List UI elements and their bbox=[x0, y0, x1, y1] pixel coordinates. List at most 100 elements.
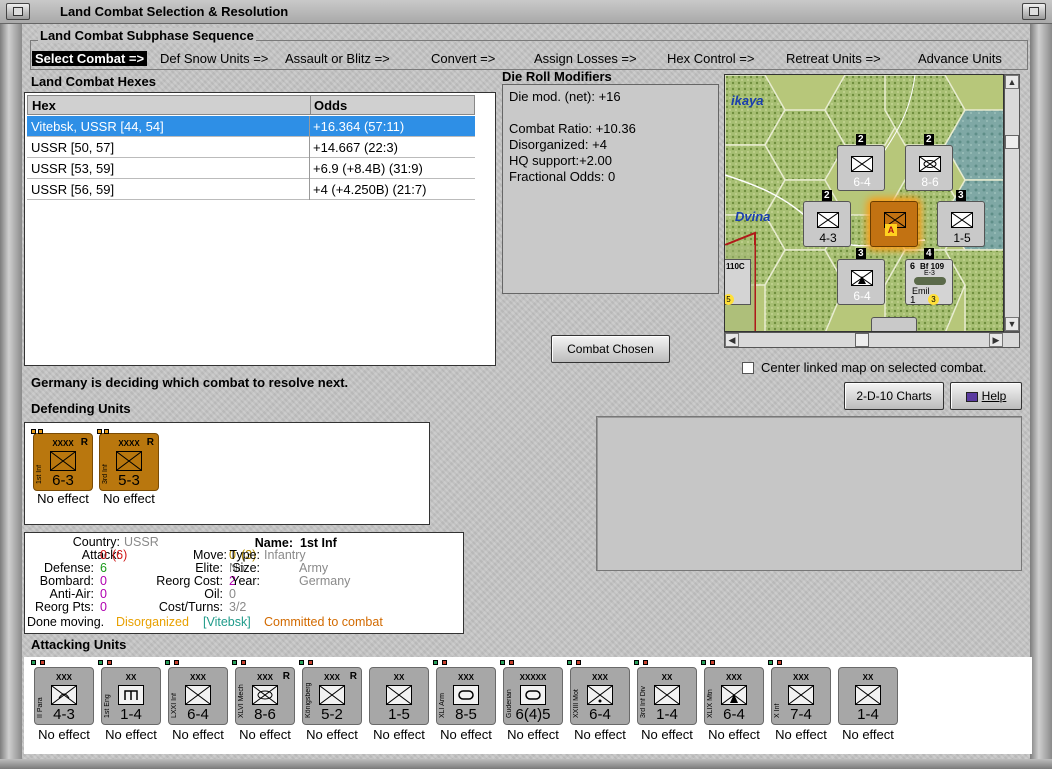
map-counter[interactable]: 6-4 3 bbox=[837, 248, 885, 305]
attacker-counter[interactable]: XX 1-4 bbox=[838, 667, 898, 725]
info-cost-turns-label: Cost/Turns: bbox=[158, 600, 223, 614]
air-unit-counter[interactable]: 6 Bf 109 E-3 Emil 1 3 4 bbox=[905, 248, 953, 306]
info-reorg-cost-label: Reorg Cost: bbox=[156, 574, 223, 588]
maximize-button[interactable] bbox=[1022, 3, 1046, 20]
seq-step-hex-control: Hex Control => bbox=[667, 51, 755, 66]
stack-count: 3 bbox=[856, 248, 866, 259]
linked-map[interactable]: ikaya Dvina 6-4 2 8-6 2 4-3 2 A 1-5 3 6-… bbox=[724, 74, 1004, 332]
target-hex-counter[interactable]: A bbox=[870, 201, 918, 247]
info-year-label: Year: bbox=[231, 574, 260, 588]
info-move-label: Move: bbox=[192, 548, 227, 562]
map-counter-strength: 1-5 bbox=[953, 231, 971, 245]
combat-chosen-button[interactable]: Combat Chosen bbox=[551, 335, 670, 363]
attacker-counter[interactable]: XXX XLI Arm 8-5 bbox=[433, 660, 496, 725]
hex-row[interactable]: Vitebsk, USSR [44, 54] +16.364 (57:11) bbox=[27, 116, 475, 137]
col-hex[interactable]: Hex bbox=[32, 98, 56, 113]
unit-strength: 6-4 bbox=[187, 706, 209, 723]
hex-row[interactable]: USSR [53, 59] +6.9 (+8.4B) (31:9) bbox=[27, 158, 475, 179]
map-label-ikaya: ikaya bbox=[731, 93, 764, 108]
unit-symbol-icon bbox=[788, 685, 814, 705]
col-odds[interactable]: Odds bbox=[314, 98, 347, 113]
attacker-counter[interactable]: XXX XLIX Mtn 6-4 bbox=[701, 660, 764, 725]
unit-size: XX bbox=[393, 673, 405, 682]
info-bombard-label: Bombard: bbox=[39, 574, 94, 588]
system-menu-button[interactable] bbox=[6, 3, 30, 20]
stack-count: 4 bbox=[924, 248, 934, 259]
map-label-dvina: Dvina bbox=[735, 209, 771, 224]
fractional-odds: Fractional Odds: 0 bbox=[509, 169, 616, 184]
paratroop-symbol-icon bbox=[817, 212, 839, 228]
defender-counter[interactable]: XXXX 1st Inf R 6-3 bbox=[31, 429, 93, 491]
info-done-moving: Done moving. bbox=[27, 615, 105, 629]
seq-step-assign-losses: Assign Losses => bbox=[534, 51, 637, 66]
seq-step-def-snow: Def Snow Units => bbox=[160, 51, 269, 66]
scroll-thumb[interactable] bbox=[855, 333, 869, 347]
center-linked-label: Center linked map on selected combat. bbox=[761, 360, 987, 375]
map-counter[interactable] bbox=[871, 317, 917, 331]
unit-size: XX bbox=[862, 673, 874, 682]
status-text: Germany is deciding which combat to reso… bbox=[31, 375, 349, 390]
unit-size: XXX bbox=[55, 673, 72, 682]
disorganized-mod: Disorganized: +4 bbox=[509, 137, 607, 152]
odds-cell: +16.364 (57:11) bbox=[313, 119, 405, 134]
attacker-counter[interactable]: XXX Königsberg R 5-2 bbox=[299, 660, 362, 725]
defender-counter[interactable]: XXXX 3rd Inf R 5-3 bbox=[97, 429, 159, 491]
unit-symbol-icon bbox=[386, 685, 412, 705]
unit-symbol-icon bbox=[654, 685, 680, 705]
map-counter[interactable]: 6-4 2 bbox=[837, 134, 885, 191]
seq-step-assault: Assault or Blitz => bbox=[285, 51, 390, 66]
plane-icon bbox=[914, 277, 946, 285]
hexes-table-header: Hex Odds bbox=[27, 95, 475, 115]
attacker-counter[interactable]: XXX XXIII Mot 6-4 bbox=[567, 660, 630, 725]
map-horizontal-scrollbar[interactable]: ◀ ▶ bbox=[724, 332, 1020, 348]
hex-cell: USSR [56, 59] bbox=[31, 182, 115, 197]
info-defense-label: Defense: bbox=[43, 561, 94, 575]
odds-cell: +14.667 (22:3) bbox=[313, 140, 398, 155]
attacker-counter[interactable]: XXX XLVI Mech R 8-6 bbox=[232, 660, 295, 725]
die-roll-panel: Die mod. (net): +16 Combat Ratio: +10.36… bbox=[502, 84, 719, 294]
unit-effect: No effect bbox=[842, 727, 894, 742]
attacker-counter[interactable]: XXX LXXI Inf 6-4 bbox=[165, 660, 228, 725]
map-vertical-scrollbar[interactable]: ▲ ▼ bbox=[1004, 74, 1020, 332]
sequence-heading: Land Combat Subphase Sequence bbox=[38, 28, 256, 43]
unit-symbol-icon bbox=[51, 685, 77, 705]
window-title: Land Combat Selection & Resolution bbox=[60, 4, 289, 19]
attacker-counter[interactable]: XXX X Inf 7-4 bbox=[768, 660, 831, 725]
attacker-counter[interactable]: XX 3rd Inf Div 1-4 bbox=[634, 660, 697, 725]
info-antiair-label: Anti-Air: bbox=[49, 587, 94, 601]
map-counter[interactable]: 8-6 2 bbox=[905, 134, 953, 191]
scroll-thumb[interactable] bbox=[1005, 135, 1019, 149]
unit-effect: No effect bbox=[103, 491, 155, 506]
hex-row[interactable]: USSR [50, 57] +14.667 (22:3) bbox=[27, 137, 475, 158]
unit-size: XXX bbox=[457, 673, 474, 682]
unit-symbol-icon bbox=[319, 685, 345, 705]
unit-strength: 4-3 bbox=[53, 706, 75, 723]
defending-units-panel: XXXX 1st Inf R 6-3 No effect XXXX 3rd In… bbox=[24, 422, 430, 525]
unit-symbol-icon bbox=[721, 685, 747, 705]
detail-panel bbox=[596, 416, 1022, 571]
attacker-counter[interactable]: XXXXX Guderian 6(4)5 bbox=[500, 660, 563, 725]
charts-button[interactable]: 2-D-10 Charts bbox=[844, 382, 944, 410]
right-frame bbox=[1030, 24, 1052, 769]
scroll-right-icon[interactable]: ▶ bbox=[989, 333, 1003, 347]
center-linked-checkbox[interactable] bbox=[742, 362, 754, 374]
attacking-units-panel: XXX II Para 4-3 No effect XX 1st Eng 1-4 No eff… bbox=[24, 657, 1032, 754]
scroll-left-icon[interactable]: ◀ bbox=[725, 333, 739, 347]
map-counter-strength: 6-4 bbox=[853, 289, 871, 303]
unit-strength: 7-4 bbox=[790, 706, 812, 723]
scroll-up-icon[interactable]: ▲ bbox=[1005, 75, 1019, 89]
info-committed: Committed to combat bbox=[264, 615, 383, 629]
stack-count: 2 bbox=[924, 134, 934, 145]
scroll-down-icon[interactable]: ▼ bbox=[1005, 317, 1019, 331]
attacker-counter[interactable]: XX 1st Eng 1-4 bbox=[98, 660, 161, 725]
attacker-counter[interactable]: XXX II Para 4-3 bbox=[31, 660, 94, 725]
hex-row[interactable]: USSR [56, 59] +4 (+4.250B) (21:7) bbox=[27, 179, 475, 200]
help-button[interactable]: Help bbox=[950, 382, 1022, 410]
infantry-symbol-icon bbox=[951, 212, 973, 228]
air-unit-counter[interactable]: 110C 5 bbox=[725, 259, 751, 305]
hex-cell: Vitebsk, USSR [44, 54] bbox=[31, 119, 164, 134]
unit-strength: 6-4 bbox=[589, 706, 611, 723]
map-counter[interactable]: 4-3 2 bbox=[803, 190, 851, 247]
attacker-counter[interactable]: XX 1-5 bbox=[369, 667, 429, 725]
map-counter[interactable]: 1-5 3 bbox=[937, 190, 985, 247]
